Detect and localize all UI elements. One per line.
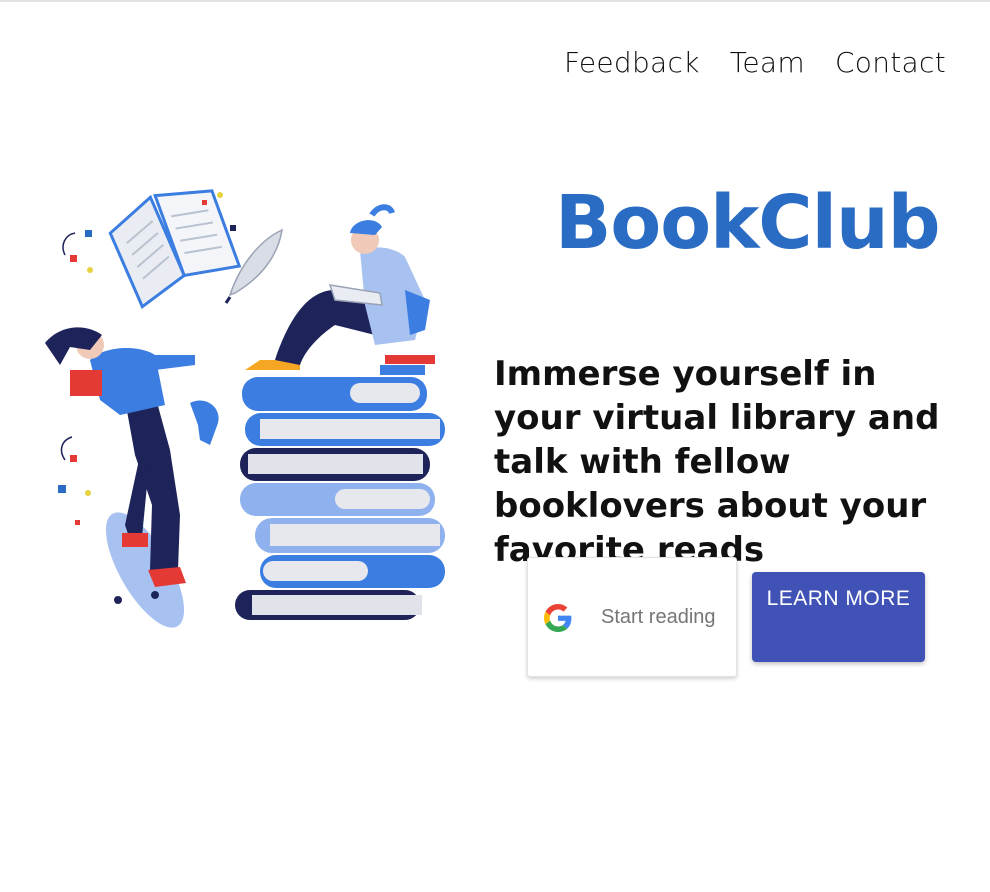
nav-link-contact[interactable]: Contact [835,46,946,79]
nav-link-team[interactable]: Team [730,46,805,79]
book-stack [235,355,445,620]
hero-illustration [30,185,470,630]
skateboarder [45,327,219,628]
start-reading-label: Start reading [601,606,716,628]
flying-book [108,189,242,309]
sitting-reader [245,204,430,370]
google-g-icon [544,604,572,632]
top-divider [0,0,990,2]
hero-tagline: Immerse yourself in your virtual library… [494,354,940,570]
brand-title: BookClub [555,180,941,266]
learn-more-button[interactable]: LEARN MORE [752,572,925,662]
nav-link-feedback[interactable]: Feedback [564,46,700,79]
google-sign-in-button[interactable]: Start reading [527,557,737,677]
top-nav: Feedback Team Contact [564,46,946,79]
